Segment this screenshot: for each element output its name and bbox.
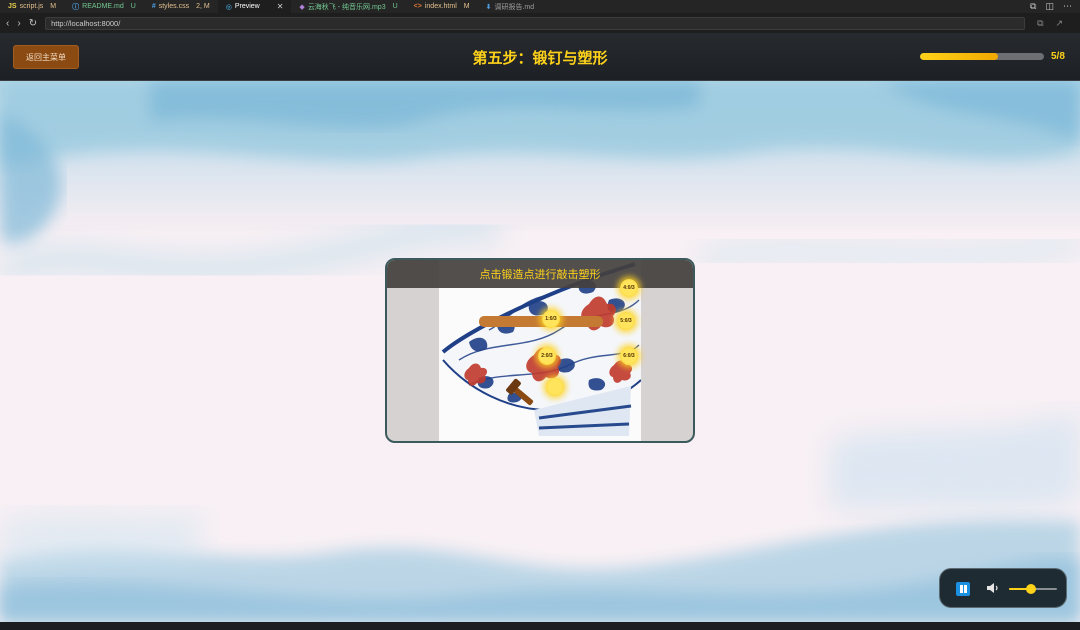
editor-tab[interactable]: JS script.js M (0, 0, 64, 13)
editor-tab[interactable]: ◆ 云海秋飞 - 纯音乐网.mp3 U (291, 0, 405, 13)
editor-tabs: JS script.js Mⓘ README.md U # styles.css 2, M ◎ P… (0, 0, 542, 13)
tab-label: 云海秋飞 - 纯音乐网.mp3 (307, 3, 386, 11)
editor-tab[interactable]: ◎ Preview ✕ (217, 0, 292, 13)
editor-tab[interactable]: # styles.css 2, M (144, 0, 218, 13)
file-type-icon: ◆ (299, 3, 305, 11)
forward-arrow-icon[interactable]: › (17, 18, 20, 29)
file-type-icon: ⓘ (72, 3, 80, 11)
file-type-icon: <> (413, 3, 422, 10)
tab-status-badge: 2, M (196, 3, 210, 10)
back-arrow-icon[interactable]: ‹ (6, 18, 9, 29)
forging-point[interactable]: 1:0/3 (542, 310, 560, 328)
tab-label: styles.css (158, 3, 190, 10)
open-external-icon[interactable]: ↗ (1056, 18, 1064, 29)
tab-label: Preview (234, 3, 260, 10)
progress-bar (920, 53, 1044, 60)
forging-panel: 点击锻造点进行敲击塑形 1:0/3 2:0/3 4:0/3 5:0/3 6:0/… (385, 258, 695, 443)
music-player (939, 568, 1067, 608)
more-icon[interactable]: ⋯ (1063, 1, 1072, 12)
status-bar (0, 622, 1080, 630)
editor-tab[interactable]: <> index.html M (406, 0, 478, 13)
tab-label: 调研报告.md (494, 3, 535, 11)
game-header: 返回主菜单 第五步：锻钉与塑形 5/8 (0, 33, 1080, 81)
compare-icon[interactable]: ⧉ (1030, 1, 1036, 12)
reload-icon[interactable]: ↻ (29, 18, 37, 29)
step-title: 第五步：锻钉与塑形 (472, 50, 608, 67)
instruction-banner: 点击锻造点进行敲击塑形 (387, 260, 693, 288)
volume-icon[interactable] (986, 581, 1000, 595)
tab-label: script.js (19, 3, 44, 10)
url-input[interactable]: http://localhost:8000/ (45, 16, 1026, 30)
forging-point[interactable]: 6:0/3 (620, 347, 638, 365)
editor-actions: ⧉ ◫ ⋯ (1030, 1, 1080, 12)
step-counter: 5/8 (1051, 51, 1065, 62)
progress-fill (920, 53, 998, 60)
forging-point[interactable]: 2:0/3 (538, 347, 556, 365)
browser-toolbar: ‹ › ↻ http://localhost:8000/ ⧉ ↗ (0, 13, 1080, 33)
editor-tab[interactable]: ⬇ 调研报告.md (478, 0, 543, 13)
tab-status-badge: U (392, 3, 398, 10)
editor-tab[interactable]: ⓘ README.md U (64, 0, 144, 13)
tab-status-badge: M (463, 3, 470, 10)
split-editor-icon[interactable]: ◫ (1045, 1, 1054, 12)
tab-label: README.md (82, 3, 124, 10)
tab-label: index.html (424, 3, 457, 10)
volume-slider[interactable] (1009, 584, 1057, 594)
file-type-icon: ◎ (225, 3, 232, 11)
editor-tab-bar: JS script.js Mⓘ README.md U # styles.css 2, M ◎ P… (0, 0, 1080, 13)
volume-knob[interactable] (1025, 584, 1036, 594)
forging-point[interactable]: 5:0/3 (617, 312, 635, 330)
tab-status-badge: U (130, 3, 136, 10)
file-type-icon: ⬇ (485, 3, 492, 11)
game-page: 返回主菜单 第五步：锻钉与塑形 5/8 点击锻造点进行敲击塑形 1:0/3 2:… (0, 33, 1080, 622)
pause-button[interactable] (956, 582, 970, 596)
file-type-icon: # (151, 3, 156, 10)
forging-point[interactable]: 4:0/3 (620, 279, 638, 297)
copy-icon[interactable]: ⧉ (1037, 18, 1043, 29)
close-tab-icon[interactable]: ✕ (277, 2, 284, 11)
file-type-icon: JS (8, 3, 17, 10)
tab-status-badge: M (50, 3, 57, 10)
forging-point[interactable] (546, 378, 564, 396)
